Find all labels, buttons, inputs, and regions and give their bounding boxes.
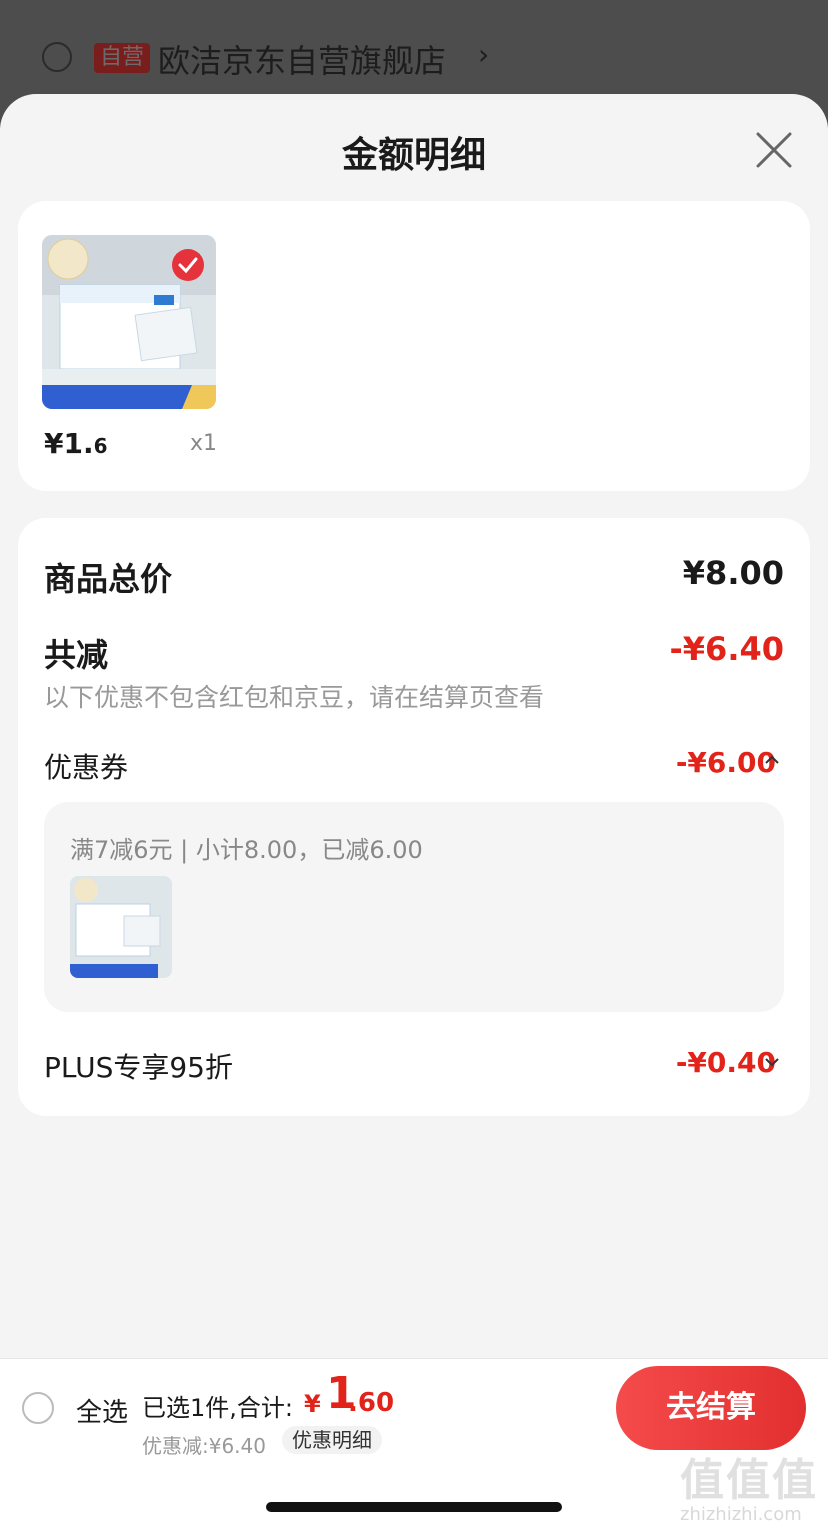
total-price-label: 商品总价 xyxy=(44,560,173,598)
price-summary-card: 商品总价 ¥8.00 共减 -¥6.40 以下优惠不包含红包和京豆，请在结算页查… xyxy=(18,518,810,1116)
coupon-label: 优惠券 xyxy=(44,751,129,784)
plus-discount-value[interactable]: -¥0.40 xyxy=(676,1046,776,1079)
watermark-url: zhizhizhi.com xyxy=(680,1504,802,1525)
coupon-description: 满7减6元 | 小计8.00，已减6.00 xyxy=(70,836,423,864)
coupon-product-image xyxy=(70,876,172,978)
checkout-button[interactable]: 去结算 xyxy=(616,1366,806,1450)
close-icon[interactable] xyxy=(752,128,796,172)
home-indicator[interactable] xyxy=(266,1502,562,1512)
sheet-title: 金额明细 xyxy=(341,135,486,176)
discount-note: 以下优惠不包含红包和京豆，请在结算页查看 xyxy=(44,683,545,712)
product-price: ¥1.6 xyxy=(44,427,108,460)
total-price-value: ¥8.00 xyxy=(682,554,784,592)
amount-detail-sheet: 金额明细 ¥1.6 x1 商品总价 ¥8.00 共减 -¥6.40 以下优惠不包… xyxy=(0,94,828,1530)
product-image[interactable] xyxy=(42,235,216,409)
coupon-detail-box: 满7减6元 | 小计8.00，已减6.00 xyxy=(44,802,784,1012)
product-quantity: x1 xyxy=(190,431,218,456)
total-yen-symbol: ¥ xyxy=(304,1390,321,1418)
total-reduce-value: -¥6.40 xyxy=(669,630,785,668)
coupon-value[interactable]: -¥6.00 xyxy=(676,746,776,779)
selected-summary-text: 已选1件,合计: xyxy=(142,1394,293,1422)
chevron-up-icon[interactable] xyxy=(764,750,780,771)
total-reduce-label: 共减 xyxy=(44,636,109,674)
discount-amount-text: 优惠减:¥6.40 xyxy=(142,1434,266,1458)
total-amount-decimal: .60 xyxy=(348,1388,395,1418)
chevron-down-icon[interactable] xyxy=(764,1052,780,1073)
store-select-radio xyxy=(42,42,72,72)
watermark-logo: 值值值 xyxy=(680,1455,818,1506)
select-all-radio[interactable] xyxy=(22,1392,54,1424)
product-card: ¥1.6 x1 xyxy=(18,201,810,491)
bottom-checkout-bar: 全选 已选1件,合计: ¥ 1 .60 优惠减:¥6.40 优惠明细 去结算 值… xyxy=(0,1358,828,1530)
plus-discount-label: PLUS专享95折 xyxy=(44,1051,233,1084)
store-chevron-icon: › xyxy=(478,38,490,71)
select-all-label[interactable]: 全选 xyxy=(76,1392,128,1429)
store-name: 欧洁京东自营旗舰店 xyxy=(158,42,447,80)
discount-detail-button[interactable]: 优惠明细 xyxy=(282,1426,382,1454)
divider xyxy=(0,1358,828,1359)
self-operated-badge: 自营 xyxy=(94,43,150,73)
